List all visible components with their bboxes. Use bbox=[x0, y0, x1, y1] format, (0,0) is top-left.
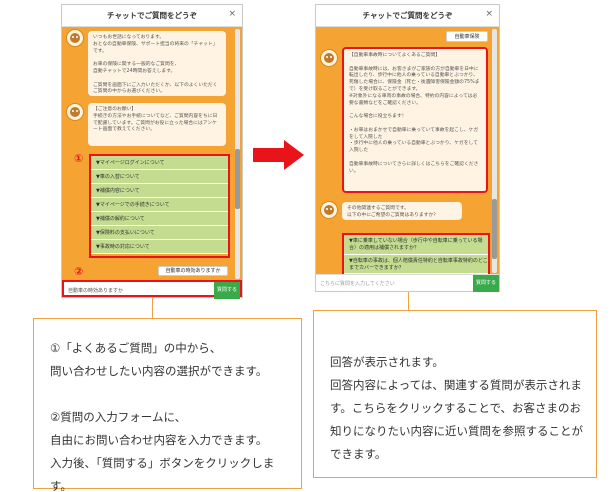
input-bar: こちらに質問を入力してください 質問する bbox=[316, 274, 499, 292]
chat-input[interactable]: 自動車の時効ありますか bbox=[68, 287, 123, 294]
arrow-right-icon bbox=[253, 148, 287, 162]
chat-titlebar: チャットでご質問をどうぞ × bbox=[62, 5, 242, 27]
chat-title: チャットでご質問をどうぞ bbox=[107, 11, 197, 20]
notice-text: 【ご注意のお願い】 手続きの方法やお手続についてなど、ご質問内容をちに日で配慮し… bbox=[93, 107, 218, 133]
related-question[interactable]: ▼車に乗車していない場合（歩行中や自転車に乗っている場合）の適用は補償されますか… bbox=[344, 235, 488, 255]
greeting-text: いつもお世話になっております。 おとなの自動車保険、サポート担当の将来の「チャッ… bbox=[93, 35, 218, 95]
chat-window-left: チャットでご質問をどうぞ × いつもお世話になっております。 おとなの自動車保険… bbox=[61, 4, 243, 299]
chat-window-right: チャットでご質問をどうぞ × 自動車保険 【自動車事故時についてよくあるご質問】… bbox=[315, 4, 500, 292]
scrollbar-thumb[interactable] bbox=[235, 149, 240, 209]
assistant-avatar-icon bbox=[320, 49, 338, 67]
input-bar: 自動車の時効ありますか 質問する bbox=[62, 280, 242, 299]
faq-options-highlight: ▼マイページログインについて ▼車の入替について ▼補償内容について ▼マイペー… bbox=[89, 154, 230, 258]
notice-bubble: 【ご注意のお願い】 手続きの方法やお手続についてなど、ご質問内容をちに日で配慮し… bbox=[88, 103, 226, 146]
faq-option[interactable]: ▼補償内容について bbox=[91, 184, 228, 198]
marker-2: ② bbox=[74, 265, 84, 278]
note-left-text: ①「よくあるご質問」の中から、 問い合わせしたい内容の選択ができます。 ②質問の… bbox=[50, 341, 275, 492]
send-button[interactable]: 質問する bbox=[214, 282, 240, 299]
assistant-avatar-icon bbox=[66, 29, 84, 47]
greeting-bubble: いつもお世話になっております。 おとなの自動車保険、サポート担当の将来の「チャッ… bbox=[88, 31, 226, 96]
faq-option[interactable]: ▼マイページでの手続きについて bbox=[91, 198, 228, 212]
explanation-note-right: 回答が表示されます。 回答内容によっては、関連する質問が表示されます。こちらをク… bbox=[313, 310, 597, 478]
close-icon[interactable]: × bbox=[485, 9, 493, 19]
chat-input[interactable]: こちらに質問を入力してください bbox=[320, 280, 395, 287]
related-questions-highlight: ▼車に乗車していない場合（歩行中や自転車に乗っている場合）の適用は補償されますか… bbox=[342, 233, 490, 275]
faq-option[interactable]: ▼車の入替について bbox=[91, 170, 228, 184]
connector-line bbox=[408, 292, 409, 310]
answer-bubble: 【自動車事故時についてよくあるご質問】 自動車事故時には、お客さまがご家族の方が… bbox=[342, 47, 488, 193]
faq-option[interactable]: ▼保険料の支払いについて bbox=[91, 226, 228, 240]
faq-option[interactable]: ▼事故時の対応について bbox=[91, 240, 228, 254]
send-button[interactable]: 質問する bbox=[473, 275, 499, 292]
followup-bubble: その他関連するご質問です。 以下の中にご希望のご質問はありますか？ bbox=[342, 202, 462, 220]
close-icon[interactable]: × bbox=[228, 9, 236, 19]
question-chip[interactable]: 自動車の時効ありますか bbox=[158, 266, 228, 276]
faq-option[interactable]: ▼補償の解約について bbox=[91, 212, 228, 226]
followup-text: その他関連するご質問です。 以下の中にご希望のご質問はありますか？ bbox=[347, 206, 439, 218]
related-question[interactable]: ▼自転車の事故は、個人賠償責任特約と自転車事故特約のどこまでカバーできますか？ bbox=[344, 255, 488, 274]
marker-1: ① bbox=[74, 152, 84, 165]
assistant-avatar-icon bbox=[320, 201, 338, 219]
assistant-avatar-icon bbox=[66, 103, 84, 121]
explanation-note-left: ①「よくあるご質問」の中から、 問い合わせしたい内容の選択ができます。 ②質問の… bbox=[33, 318, 302, 492]
scrollbar-thumb[interactable] bbox=[492, 199, 497, 259]
chat-titlebar: チャットでご質問をどうぞ × bbox=[316, 5, 499, 27]
arrow-head-icon bbox=[284, 140, 304, 170]
connector-line bbox=[152, 298, 153, 318]
scrollbar[interactable] bbox=[235, 29, 240, 279]
scrollbar[interactable] bbox=[492, 29, 497, 273]
answer-text: 【自動車事故時についてよくあるご質問】 自動車事故時には、お客さまがご家族の方が… bbox=[349, 53, 480, 174]
question-chip[interactable]: 自動車保険 bbox=[446, 31, 488, 42]
faq-option[interactable]: ▼マイページログインについて bbox=[91, 156, 228, 170]
chat-title: チャットでご質問をどうぞ bbox=[362, 11, 453, 20]
note-right-text: 回答が表示されます。 回答内容によっては、関連する質問が表示されます。こちらをク… bbox=[330, 355, 583, 461]
